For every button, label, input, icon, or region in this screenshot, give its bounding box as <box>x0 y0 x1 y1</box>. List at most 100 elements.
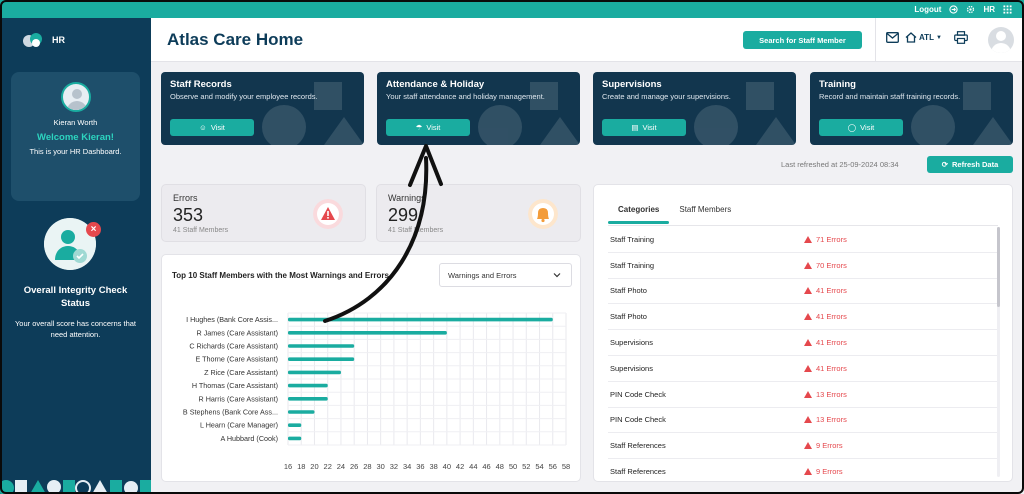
chevron-down-icon <box>553 273 561 278</box>
chart-bar[interactable] <box>288 383 328 388</box>
error-count-label: 70 Errors <box>816 260 847 270</box>
module-title: Training <box>819 79 856 90</box>
user-avatar[interactable] <box>988 27 1014 53</box>
x-tick-label: 54 <box>535 462 543 471</box>
category-name: Staff Photo <box>610 286 647 296</box>
chart-bar[interactable] <box>288 436 302 441</box>
warning-triangle-icon <box>804 339 812 347</box>
category-row[interactable]: Staff Training 70 Errors <box>608 253 1000 279</box>
scrollbar-thumb[interactable] <box>997 227 1000 307</box>
category-name: Staff References <box>610 467 666 477</box>
x-tick-label: 34 <box>403 462 411 471</box>
profile-name: Kieran Worth <box>53 118 98 127</box>
logout-icon[interactable] <box>949 4 959 14</box>
chart-bar[interactable] <box>288 344 355 348</box>
category-row[interactable]: Staff Photo 41 Errors <box>608 304 1000 331</box>
category-list-scrollbar[interactable] <box>997 227 1000 477</box>
warning-triangle-icon <box>804 235 812 243</box>
chart-bar[interactable] <box>288 370 341 375</box>
warnings-errors-bar-chart: 16 18 20 22 24 26 28 30 32 34 36 38 40 42 44 46 48 50 52 54… <box>183 312 570 471</box>
page-title: Atlas Care Home <box>167 30 304 49</box>
chart-bar[interactable] <box>288 357 355 361</box>
profile-avatar <box>60 82 91 112</box>
category-row[interactable]: Staff Photo 41 Errors <box>608 279 1000 305</box>
x-tick-label: 42 <box>456 462 464 471</box>
user-circle-icon: ☺ <box>199 123 207 132</box>
sidebar-logo[interactable]: HR <box>22 32 65 48</box>
x-tick-label: 28 <box>363 462 371 471</box>
category-row[interactable]: PIN Code Check 13 Errors <box>608 408 1000 434</box>
chart-bar[interactable] <box>288 317 553 322</box>
warning-triangle-icon <box>804 287 812 295</box>
integrity-description: Your overall score has concerns that nee… <box>14 319 137 339</box>
sidebar-decorative-pattern <box>0 480 151 494</box>
error-count-label: 13 Errors <box>816 415 847 425</box>
y-category-label: I Hughes (Bank Core Assis... <box>186 315 278 324</box>
settings-gear-icon[interactable] <box>966 5 975 14</box>
stat-value: 299 <box>388 205 419 225</box>
module-title: Supervisions <box>602 79 662 90</box>
logout-link[interactable]: Logout <box>914 5 941 14</box>
x-tick-label: 18 <box>297 462 305 471</box>
module-title: Staff Records <box>170 79 232 90</box>
sidebar-logo-label: HR <box>52 35 65 45</box>
card-decorative-pattern <box>478 82 580 145</box>
visit-label: Visit <box>642 123 657 132</box>
categories-panel: Categories Staff Members Staff Training 7… <box>593 184 1013 482</box>
category-row[interactable]: Staff References 9 Errors <box>608 433 1000 460</box>
y-category-label: R Harris (Care Assistant) <box>199 394 278 403</box>
errors-stat-card[interactable]: Errors 353 41 Staff Members <box>161 184 366 242</box>
y-category-label: Z Rice (Care Assistant) <box>204 368 278 377</box>
mail-icon[interactable] <box>886 32 899 43</box>
visit-label: Visit <box>426 123 441 132</box>
location-selector[interactable]: ATL ▼ <box>905 32 942 43</box>
error-count-label: 13 Errors <box>816 389 847 399</box>
staff-records-card: Staff Records Observe and modify your em… <box>161 72 364 145</box>
x-tick-label: 48 <box>496 462 504 471</box>
category-row[interactable]: Staff Training 71 Errors <box>608 227 1000 253</box>
stat-subtext: 41 Staff Members <box>173 227 229 234</box>
print-icon[interactable] <box>954 31 968 44</box>
apps-grid-icon[interactable] <box>1003 4 1012 14</box>
module-title: Attendance & Holiday <box>386 79 485 90</box>
warning-triangle-icon <box>804 442 812 450</box>
warning-triangle-icon <box>804 313 812 321</box>
location-label: ATL <box>919 33 934 42</box>
tab-divider <box>608 225 998 226</box>
category-error-count: 41 Errors <box>804 312 847 321</box>
warning-triangle-icon <box>804 468 812 476</box>
chart-bar[interactable] <box>288 397 328 401</box>
category-error-count: 70 Errors <box>804 261 847 270</box>
tab-categories[interactable]: Categories <box>608 203 670 224</box>
category-row[interactable]: PIN Code Check 13 Errors <box>608 382 1000 408</box>
training-visit-button[interactable]: ◯ Visit <box>819 119 903 136</box>
warnings-stat-card[interactable]: Warnings 299 41 Staff Members <box>376 184 581 242</box>
category-row[interactable]: Supervisions 41 Errors <box>608 330 1000 356</box>
module-description: Your staff attendance and holiday manage… <box>386 92 545 101</box>
attendance-holiday-visit-button[interactable]: ☂ Visit <box>386 119 470 136</box>
tab-staff-members[interactable]: Staff Members <box>669 203 741 224</box>
refresh-data-button[interactable]: ⟳ Refresh Data <box>927 156 1013 173</box>
y-category-label: E Thorne (Care Assistant) <box>195 355 278 364</box>
module-description: Create and manage your supervisions. <box>602 92 731 101</box>
warning-triangle-icon <box>804 390 812 398</box>
chart-bar[interactable] <box>288 423 302 427</box>
y-category-label: A Hubbard (Cook) <box>220 434 278 443</box>
error-count-label: 41 Errors <box>816 312 847 322</box>
chart-bar[interactable] <box>288 410 315 414</box>
error-count-label: 9 Errors <box>816 441 843 451</box>
card-decorative-pattern <box>911 82 1013 145</box>
category-row[interactable]: Staff References 9 Errors <box>608 459 1000 481</box>
top-bar: Logout HR <box>0 0 1024 18</box>
supervisions-visit-button[interactable]: ▤ Visit <box>602 119 686 136</box>
chart-bar[interactable] <box>288 331 447 335</box>
refresh-icon: ⟳ <box>941 160 948 169</box>
module-description: Record and maintain staff training recor… <box>819 92 961 101</box>
chart-filter-select[interactable]: Warnings and Errors <box>439 263 572 287</box>
sidebar: HR Kieran Worth Welcome Kieran! This is … <box>0 18 151 494</box>
error-alert-icon <box>313 199 343 229</box>
cloud-logo-icon <box>23 33 42 47</box>
staff-records-visit-button[interactable]: ☺ Visit <box>170 119 254 136</box>
search-staff-button[interactable]: Search for Staff Member <box>743 31 862 49</box>
category-row[interactable]: Supervisions 41 Errors <box>608 356 1000 382</box>
